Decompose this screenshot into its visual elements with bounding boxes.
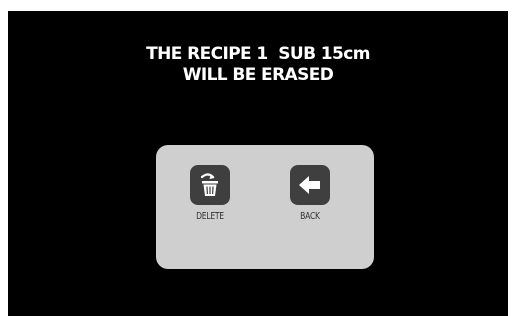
confirmation-message: THE RECIPE 1 SUB 15cm WILL BE ERASED xyxy=(8,44,508,86)
trash-icon xyxy=(200,173,218,196)
dialog-panel: DELETE BACK xyxy=(156,145,374,269)
delete-icon-tile[interactable] xyxy=(190,165,230,205)
delete-label: DELETE xyxy=(196,211,224,222)
screen: THE RECIPE 1 SUB 15cm WILL BE ERASED DEL… xyxy=(8,11,508,316)
back-icon-tile[interactable] xyxy=(290,165,330,205)
message-line-2: WILL BE ERASED xyxy=(182,65,334,85)
back-button[interactable]: BACK xyxy=(279,165,341,222)
back-label: BACK xyxy=(300,211,320,222)
message-line-1: THE RECIPE 1 SUB 15cm xyxy=(146,44,370,64)
delete-button[interactable]: DELETE xyxy=(179,165,241,222)
arrow-left-icon xyxy=(299,176,320,194)
